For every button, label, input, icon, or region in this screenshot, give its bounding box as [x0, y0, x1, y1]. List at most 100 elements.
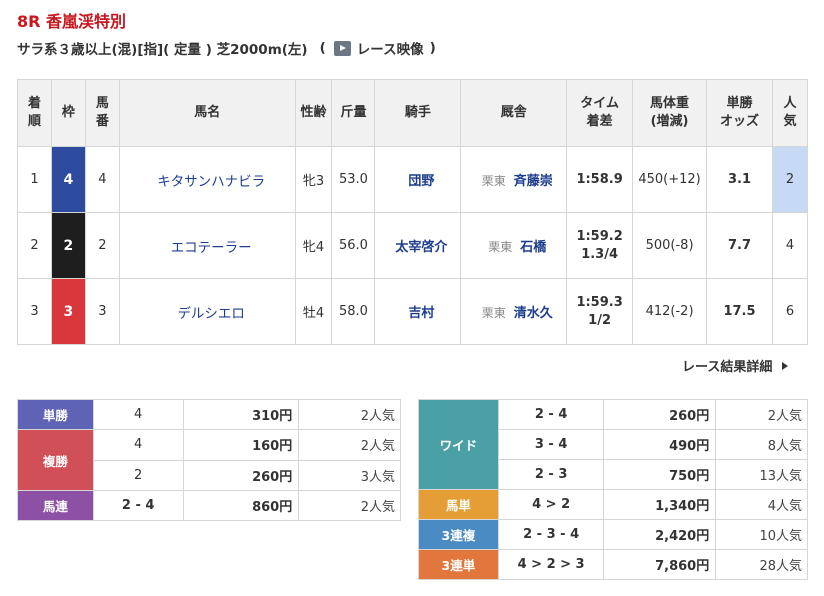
payout-table-right: ワイド 2 - 4 260円 2人気 3 - 4 490円 8人気 2 - 3 …: [418, 399, 808, 580]
chevron-right-icon: [782, 361, 789, 370]
payout-combo: 2 - 3 - 4: [497, 519, 605, 550]
horse-name-link[interactable]: デルシエロ: [118, 278, 296, 345]
header-jockey: 騎手: [374, 79, 462, 147]
payout-combo: 3 - 4: [497, 429, 605, 460]
waku-cell: 2: [50, 212, 86, 279]
race-result-table: 着順 枠 馬番 馬名 性齢 斤量 騎手 厩舎 タイム 着差 馬体重 (増減) 単勝オ…: [17, 79, 809, 345]
header-weight: 斤量: [331, 79, 376, 147]
stable-area: 栗東: [481, 174, 506, 188]
payout-popularity: 8人気: [715, 429, 808, 460]
race-title: 8R 香嵐渓特別: [17, 12, 127, 31]
jockey-link[interactable]: 団野: [374, 146, 462, 213]
payout-row-sanrentan: 3連単 4 > 2 > 3 7,860円 28人気: [418, 549, 808, 580]
race-result-detail-link[interactable]: レース結果詳細: [682, 356, 789, 375]
jockey-link[interactable]: 太宰啓介: [374, 212, 462, 279]
payout-table-left: 単勝 4 310円 2人気 複勝 4 160円 2人気 2 260円 3人気 馬…: [17, 399, 401, 521]
header-waku: 枠: [50, 79, 86, 147]
header-body-weight: 馬体重 (増減): [632, 79, 708, 147]
weight-cell: 58.0: [331, 278, 376, 345]
header-time: タイム 着差: [566, 79, 634, 147]
time-value: 1:58.9: [576, 171, 623, 187]
time-value: 1:59.3: [576, 294, 623, 310]
payout-row-sanrenpuku: 3連複 2 - 3 - 4 2,420円 10人気: [418, 519, 808, 550]
sex-age-cell: 牝3: [294, 146, 333, 213]
payout-popularity: 3人気: [298, 459, 401, 491]
margin-value: 1.3/4: [581, 246, 619, 262]
table-row: 2 2 2 エコテーラー 牝4 56.0 太宰啓介 栗東 石橋 1:59.2 1.3…: [17, 212, 809, 279]
time-cell: 1:59.2 1.3/4: [566, 212, 634, 279]
payout-combo: 2 - 3: [497, 459, 605, 490]
bet-type-umatan: 馬単: [418, 489, 499, 520]
trainer-link[interactable]: 石橋: [520, 240, 546, 255]
stable-cell: 栗東 清水久: [460, 278, 568, 345]
payout-amount: 310円: [182, 399, 300, 430]
stable-cell: 栗東 斉藤崇: [460, 146, 568, 213]
sex-age-cell: 牝4: [294, 212, 333, 279]
popularity-cell: 6: [771, 278, 809, 345]
payout-amount: 490円: [603, 429, 717, 460]
race-conditions: サラ系３歳以上(混)[指]( 定量 ) 芝2000m(左): [17, 42, 308, 58]
payout-amount: 260円: [603, 399, 717, 430]
bet-type-umaren: 馬連: [17, 490, 94, 521]
payout-amount: 750円: [603, 459, 717, 490]
stable-cell: 栗東 石橋: [460, 212, 568, 279]
sex-age-cell: 牡4: [294, 278, 333, 345]
bet-type-fukusho: 複勝: [17, 429, 94, 491]
stable-area: 栗東: [481, 306, 506, 320]
payout-combo: 4: [92, 399, 184, 430]
time-cell: 1:58.9: [566, 146, 634, 213]
payout-combo: 2 - 4: [92, 490, 184, 521]
bet-type-tansho: 単勝: [17, 399, 94, 430]
rank-cell: 3: [17, 278, 52, 345]
horse-name-link[interactable]: エコテーラー: [118, 212, 296, 279]
payout-popularity: 13人気: [715, 459, 808, 490]
race-video-link[interactable]: レース映像: [357, 38, 424, 58]
payout-combo: 4: [92, 429, 184, 461]
time-cell: 1:59.3 1/2: [566, 278, 634, 345]
paren-close: ): [429, 40, 436, 56]
umaban-cell: 4: [84, 146, 120, 213]
payout-combo: 2: [92, 459, 184, 491]
popularity-cell: 4: [771, 212, 809, 279]
bet-type-sanrentan: 3連単: [418, 549, 499, 580]
bet-type-wide: ワイド: [418, 399, 499, 490]
payout-amount: 160円: [182, 429, 300, 461]
trainer-link[interactable]: 斉藤崇: [514, 174, 553, 189]
umaban-cell: 2: [84, 212, 120, 279]
table-row: 1 4 4 キタサンハナビラ 牝3 53.0 団野 栗東 斉藤崇 1:58.9 4…: [17, 146, 809, 213]
weight-cell: 53.0: [331, 146, 376, 213]
payout-amount: 7,860円: [603, 549, 717, 580]
horse-name-link[interactable]: キタサンハナビラ: [118, 146, 296, 213]
payout-amount: 2,420円: [603, 519, 717, 550]
win-odds-cell: 3.1: [706, 146, 773, 213]
payout-popularity: 28人気: [715, 549, 808, 580]
waku-cell: 3: [50, 278, 86, 345]
payout-popularity: 2人気: [715, 399, 808, 430]
jockey-link[interactable]: 吉村: [374, 278, 462, 345]
bet-type-sanrenpuku: 3連複: [418, 519, 499, 550]
payout-popularity: 2人気: [298, 399, 401, 430]
popularity-cell: 2: [771, 146, 809, 213]
header-rank: 着順: [17, 79, 52, 147]
header-sex-age: 性齢: [294, 79, 333, 147]
body-weight-cell: 500(-8): [632, 212, 708, 279]
umaban-cell: 3: [84, 278, 120, 345]
header-win-odds: 単勝 オッズ: [706, 79, 773, 147]
body-weight-cell: 450(+12): [632, 146, 708, 213]
rank-cell: 1: [17, 146, 52, 213]
rank-cell: 2: [17, 212, 52, 279]
header-stable: 厩舎: [460, 79, 568, 147]
paren-open: (: [319, 40, 326, 56]
payout-combo: 4 > 2 > 3: [497, 549, 605, 580]
play-video-icon[interactable]: [333, 40, 351, 56]
table-row: 3 3 3 デルシエロ 牡4 58.0 吉村 栗東 清水久 1:59.3 1/2 4…: [17, 278, 809, 345]
payout-popularity: 2人気: [298, 429, 401, 461]
trainer-link[interactable]: 清水久: [514, 306, 553, 321]
table-header-row: 着順 枠 馬番 馬名 性齢 斤量 騎手 厩舎 タイム 着差 馬体重 (増減) 単勝オ…: [17, 79, 809, 147]
payout-popularity: 4人気: [715, 489, 808, 520]
weight-cell: 56.0: [331, 212, 376, 279]
payout-amount: 1,340円: [603, 489, 717, 520]
payout-amount: 860円: [182, 490, 300, 521]
payout-popularity: 10人気: [715, 519, 808, 550]
win-odds-cell: 17.5: [706, 278, 773, 345]
